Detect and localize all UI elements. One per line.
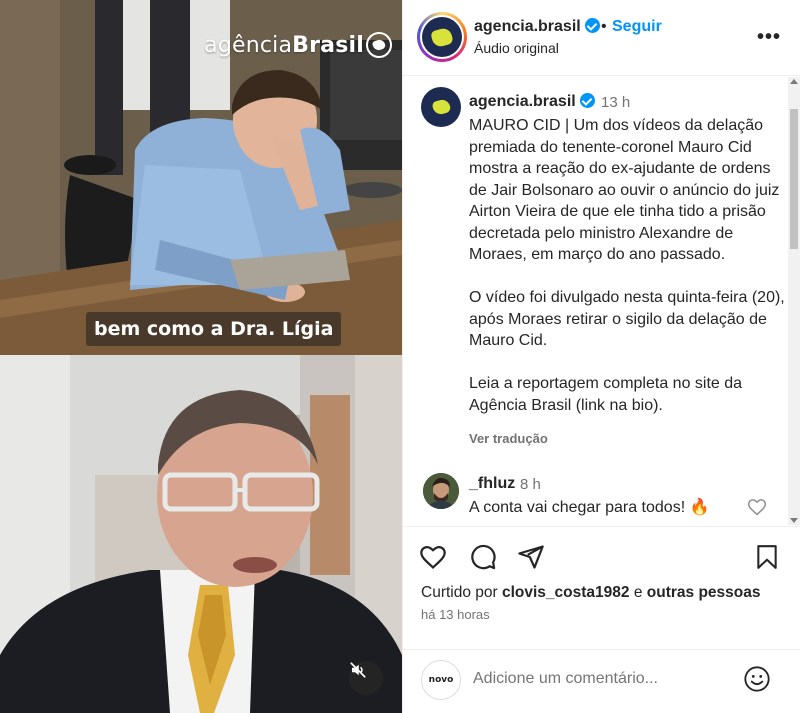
save-button[interactable] [754,543,780,576]
agencia-brasil-logo-icon [430,26,454,48]
caption-paragraph: MAURO CID | Um dos vídeos da delação pre… [469,117,780,263]
current-user-avatar: novo [421,660,461,700]
watermark-light-text: agência [204,33,293,58]
more-options-icon[interactable]: ••• [757,26,781,49]
scroll-thumb[interactable] [790,109,798,249]
verified-badge-icon [580,93,596,108]
like-button[interactable] [419,543,447,576]
likes-prefix: Curtido por [421,584,502,601]
emoji-picker-button[interactable] [743,665,771,698]
video-frame-top: agênciaBrasil bem como a Dra. Lígia [0,0,402,355]
scene-judge-illustration [0,355,402,713]
mute-button[interactable] [349,661,383,695]
commenter-face-illustration [423,473,459,509]
video-subtitle: bem como a Dra. Lígia [86,312,342,346]
profile-avatar[interactable] [417,12,467,62]
scrollbar[interactable] [788,77,800,525]
comment-button[interactable] [469,543,497,576]
post-panel: agencia.brasil • Seguir Áudio original •… [402,0,800,713]
share-button[interactable] [517,543,545,576]
comment-text: A conta vai chegar para todos! 🔥 [469,499,710,516]
heart-icon [420,545,446,570]
add-comment-bar: novo [403,649,800,713]
see-translation-link[interactable]: Ver tradução [469,431,548,446]
caption-paragraph: O vídeo foi divulgado nesta quinta-feira… [469,289,785,349]
heart-outline-icon [747,499,767,516]
header-username-text[interactable]: agencia.brasil [474,18,581,35]
other-likers-link[interactable]: outras pessoas [647,584,761,601]
header-username[interactable]: agencia.brasil [474,18,601,36]
post-header: agencia.brasil • Seguir Áudio original •… [403,0,800,76]
comments-scroll-area[interactable]: agencia.brasil 13 h MAURO CID | Um dos v… [403,77,800,525]
muted-speaker-icon [350,662,366,678]
video-frame-bottom [0,355,402,713]
caption-username[interactable]: agencia.brasil [469,93,596,111]
header-separator: • [601,18,607,35]
follow-button[interactable]: Seguir [612,18,662,36]
liked-by-user-link[interactable]: clovis_costa1982 [502,584,630,601]
likes-mid: e [629,584,647,601]
reel-video[interactable]: agênciaBrasil bem como a Dra. Lígia [0,0,402,713]
caption-time: 13 h [601,94,631,111]
post-actions: Curtido por clovis_costa1982 e outras pe… [403,526,800,713]
watermark-bold-text: Brasil [292,33,364,58]
comment-bubble-icon [471,544,496,570]
agencia-brasil-logo-icon [366,32,392,58]
bookmark-icon [757,545,777,569]
scroll-down-arrow-icon[interactable] [790,518,798,523]
post-timestamp[interactable]: há 13 horas [421,607,490,622]
caption-username-text[interactable]: agencia.brasil [469,93,576,110]
scroll-up-arrow-icon[interactable] [790,79,798,84]
caption-avatar[interactable] [421,87,461,127]
caption-paragraph: Leia a reportagem completa no site da Ag… [469,375,743,414]
audio-link[interactable]: Áudio original [474,40,559,56]
emoji-smiley-icon [744,666,770,692]
post-caption: MAURO CID | Um dos vídeos da delação pre… [469,115,787,416]
comment-like-heart-icon[interactable] [747,497,767,522]
commenter-avatar[interactable] [423,473,459,509]
comment-time: 8 h [520,476,541,493]
comment-input[interactable] [473,670,723,688]
verified-badge-icon [585,18,601,33]
agencia-brasil-watermark: agênciaBrasil [204,33,364,58]
agencia-brasil-logo-icon [430,98,452,116]
comment-username[interactable]: _fhluz [469,475,515,493]
likes-summary: Curtido por clovis_costa1982 e outras pe… [421,584,760,602]
paper-plane-icon [518,545,544,569]
